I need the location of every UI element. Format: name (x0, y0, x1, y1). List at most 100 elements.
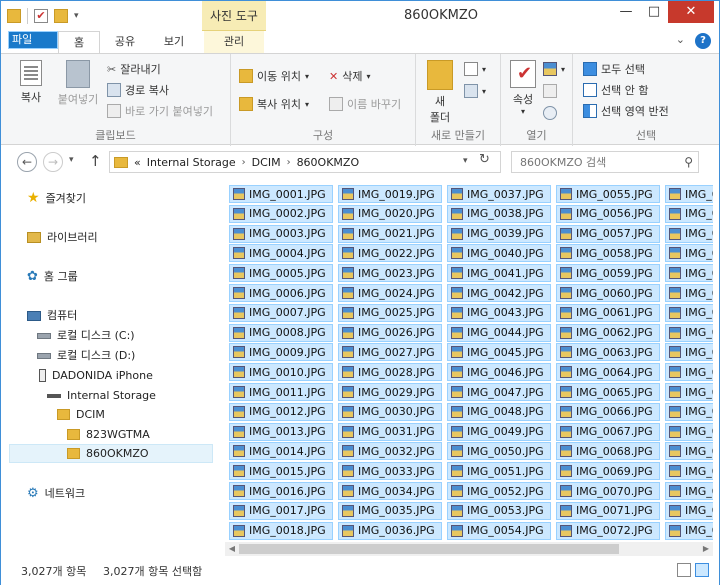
paste-button[interactable]: 붙여넣기 (53, 60, 103, 107)
forward-button[interactable]: → (43, 152, 63, 172)
file-item[interactable]: IMG_0008.JPG (229, 323, 333, 342)
nav-libraries[interactable]: 라이브러리 (27, 228, 98, 247)
file-item[interactable]: IMG_0063.JPG (556, 343, 660, 362)
file-item-partial[interactable]: IMG_0 (665, 442, 713, 461)
search-input[interactable] (512, 152, 672, 172)
file-item[interactable]: IMG_0021.JPG (338, 224, 442, 243)
file-item[interactable]: IMG_0001.JPG (229, 185, 333, 203)
file-item[interactable]: IMG_0029.JPG (338, 383, 442, 401)
address-dropdown-icon[interactable]: ▾ (463, 156, 468, 166)
file-item[interactable]: IMG_0026.JPG (338, 323, 442, 342)
file-item[interactable]: IMG_0007.JPG (229, 303, 333, 322)
file-item[interactable]: IMG_0022.JPG (338, 244, 442, 263)
file-item[interactable]: IMG_0024.JPG (338, 284, 442, 302)
file-item[interactable]: IMG_0010.JPG (229, 363, 333, 382)
breadcrumb-overflow[interactable]: « (134, 156, 141, 169)
nav-network[interactable]: ⚙ 네트워크 (27, 484, 85, 503)
file-item[interactable]: IMG_0038.JPG (447, 204, 551, 223)
scroll-left-icon[interactable]: ◀ (225, 542, 239, 556)
file-item[interactable]: IMG_0012.JPG (229, 402, 333, 421)
file-item[interactable]: IMG_0046.JPG (447, 363, 551, 382)
file-item[interactable]: IMG_0044.JPG (447, 323, 551, 342)
nav-dcim[interactable]: DCIM (57, 405, 105, 424)
file-item[interactable]: IMG_0034.JPG (338, 482, 442, 500)
file-item-partial[interactable]: IMG_0 (665, 501, 713, 520)
file-item[interactable]: IMG_0015.JPG (229, 462, 333, 481)
file-item[interactable]: IMG_0028.JPG (338, 363, 442, 382)
file-item-partial[interactable]: IMG_0 (665, 185, 713, 203)
paste-shortcut-button[interactable]: 바로 가기 붙여넣기 (107, 103, 213, 119)
file-item[interactable]: IMG_0069.JPG (556, 462, 660, 481)
scroll-right-icon[interactable]: ▶ (699, 542, 713, 556)
open-button[interactable]: ▾ (543, 62, 565, 76)
history-button[interactable] (543, 106, 557, 120)
file-item-partial[interactable]: IMG_0 (665, 363, 713, 382)
file-item[interactable]: IMG_0030.JPG (338, 402, 442, 421)
file-item[interactable]: IMG_0072.JPG (556, 521, 660, 540)
file-item[interactable]: IMG_0059.JPG (556, 264, 660, 283)
file-item[interactable]: IMG_0056.JPG (556, 204, 660, 223)
file-item[interactable]: IMG_0067.JPG (556, 422, 660, 441)
file-item-partial[interactable]: IMG_0 (665, 204, 713, 223)
file-item-partial[interactable]: IMG_0 (665, 303, 713, 322)
invert-selection-button[interactable]: 선택 영역 반전 (583, 103, 669, 119)
file-item[interactable]: IMG_0011.JPG (229, 383, 333, 401)
select-all-button[interactable]: 모두 선택 (583, 61, 645, 77)
easy-access-button[interactable]: ▾ (464, 84, 486, 98)
search-icon[interactable]: ⚲ (684, 155, 693, 169)
file-item[interactable]: IMG_0041.JPG (447, 264, 551, 283)
file-item-partial[interactable]: IMG_0 (665, 462, 713, 481)
scrollbar-thumb[interactable] (239, 544, 619, 554)
new-folder-button[interactable]: 새 폴더 (422, 60, 458, 125)
file-item[interactable]: IMG_0031.JPG (338, 422, 442, 441)
file-item[interactable]: IMG_0039.JPG (447, 224, 551, 243)
file-item[interactable]: IMG_0053.JPG (447, 501, 551, 520)
file-item-partial[interactable]: IMG_0 (665, 482, 713, 500)
nav-computer[interactable]: 컴퓨터 (27, 306, 77, 325)
breadcrumb-internal-storage[interactable]: Internal Storage (147, 156, 236, 169)
file-item[interactable]: IMG_0013.JPG (229, 422, 333, 441)
up-arrow-icon[interactable]: ↑ (89, 152, 102, 170)
file-item[interactable]: IMG_0016.JPG (229, 482, 333, 500)
file-item-partial[interactable]: IMG_0 (665, 521, 713, 540)
chevron-down-icon[interactable]: ▾ (74, 11, 79, 21)
search-box[interactable]: ⚲ (511, 151, 699, 173)
file-item[interactable]: IMG_0009.JPG (229, 343, 333, 362)
new-item-button[interactable]: ▾ (464, 62, 486, 76)
file-item[interactable]: IMG_0070.JPG (556, 482, 660, 500)
file-item[interactable]: IMG_0033.JPG (338, 462, 442, 481)
file-item[interactable]: IMG_0043.JPG (447, 303, 551, 322)
tab-file[interactable]: 파일 (8, 31, 58, 49)
file-item[interactable]: IMG_0018.JPG (229, 521, 333, 540)
file-item[interactable]: IMG_0036.JPG (338, 521, 442, 540)
file-item[interactable]: IMG_0006.JPG (229, 284, 333, 302)
copy-to-button[interactable]: 복사 위치 ▾ (239, 96, 309, 112)
file-item[interactable]: IMG_0023.JPG (338, 264, 442, 283)
file-item[interactable]: IMG_0019.JPG (338, 185, 442, 203)
file-item[interactable]: IMG_0037.JPG (447, 185, 551, 203)
minimize-button[interactable]: — (613, 1, 639, 23)
file-item[interactable]: IMG_0042.JPG (447, 284, 551, 302)
refresh-icon[interactable]: ↻ (479, 152, 490, 167)
file-item[interactable]: IMG_0061.JPG (556, 303, 660, 322)
file-item-partial[interactable]: IMG_0 (665, 402, 713, 421)
properties-check-icon[interactable]: ✔ (34, 9, 48, 23)
file-item[interactable]: IMG_0054.JPG (447, 521, 551, 540)
folder-icon[interactable] (7, 9, 21, 23)
move-to-button[interactable]: 이동 위치 ▾ (239, 68, 309, 84)
file-item[interactable]: IMG_0047.JPG (447, 383, 551, 401)
file-item[interactable]: IMG_0040.JPG (447, 244, 551, 263)
select-none-button[interactable]: 선택 안 함 (583, 82, 648, 98)
address-bar[interactable]: « Internal Storage › DCIM › 860OKMZO (109, 151, 501, 173)
tab-home[interactable]: 홈 (58, 31, 100, 53)
delete-button[interactable]: ✕ 삭제 ▾ (329, 68, 370, 84)
file-item[interactable]: IMG_0057.JPG (556, 224, 660, 243)
close-button[interactable]: ✕ (668, 1, 714, 23)
file-item[interactable]: IMG_0062.JPG (556, 323, 660, 342)
file-item[interactable]: IMG_0014.JPG (229, 442, 333, 461)
nav-favorites[interactable]: ★ 즐겨찾기 (27, 189, 86, 208)
file-item[interactable]: IMG_0002.JPG (229, 204, 333, 223)
breadcrumb-dcim[interactable]: DCIM (252, 156, 281, 169)
file-item[interactable]: IMG_0065.JPG (556, 383, 660, 401)
file-item[interactable]: IMG_0035.JPG (338, 501, 442, 520)
